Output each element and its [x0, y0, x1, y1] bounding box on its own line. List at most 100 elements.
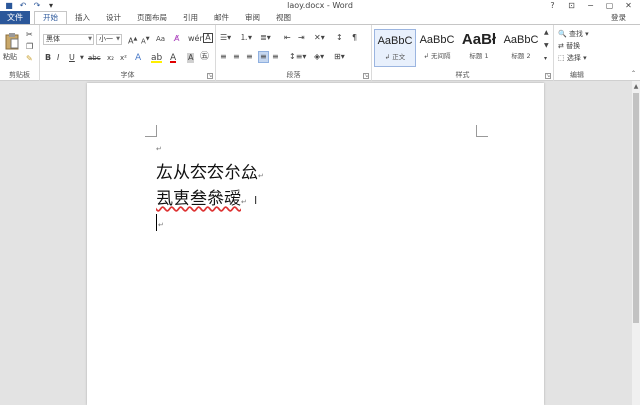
enclose-characters-icon[interactable]: ㊄ — [200, 52, 209, 62]
tab-insert[interactable]: 插入 — [67, 11, 98, 24]
copy-icon[interactable]: ❐ — [26, 42, 33, 52]
ribbon-tabs: 文件 开始 插入 设计 页面布局 引用 邮件 审阅 视图 登录 — [0, 11, 640, 24]
shading-icon[interactable]: ◈▾ — [314, 52, 324, 62]
redo-icon[interactable]: ↷ — [32, 1, 42, 10]
grow-font-icon[interactable]: A▲ — [128, 34, 137, 47]
paste-button[interactable]: 粘贴 — [3, 52, 17, 62]
tab-mailings[interactable]: 邮件 — [206, 11, 237, 24]
sort-icon[interactable]: ↕ — [336, 33, 343, 43]
ribbon: 粘贴 ✂ ❐ ✎ 剪贴板 黑体 ▼ 小一 ▼ A▲ A▼ Aa A̸ wén A… — [0, 24, 640, 81]
undo-icon[interactable]: ↶ — [18, 1, 28, 10]
underline-button[interactable]: U — [69, 53, 75, 63]
margin-corner-top-left — [145, 125, 157, 137]
multilevel-list-icon[interactable]: ≣▾ — [260, 33, 271, 43]
customize-qat-icon[interactable]: ▾ — [46, 1, 56, 10]
tab-references[interactable]: 引用 — [175, 11, 206, 24]
tab-home[interactable]: 开始 — [34, 11, 67, 24]
window-controls: ? ⊡ − ▢ ✕ — [543, 0, 638, 11]
show-marks-icon[interactable]: ¶ — [352, 33, 357, 43]
chevron-down-icon[interactable]: ▼ — [80, 53, 84, 63]
strikethrough-button[interactable]: abc — [88, 53, 101, 63]
restore-button[interactable]: ▢ — [600, 0, 619, 11]
document-page[interactable]: ↵ 厷从厺厺厼厽↵ 厾叀叁叅叆↵ I ↵ — [87, 83, 544, 405]
change-case-icon[interactable]: Aa — [156, 34, 165, 44]
style-heading-1[interactable]: AaBł 标题 1 — [458, 29, 500, 67]
paragraph-dialog-launcher-icon[interactable]: ↘ — [363, 73, 369, 79]
paragraph-group-label: 段落 — [286, 71, 301, 79]
margin-corner-top-right — [476, 125, 488, 137]
chevron-down-icon[interactable]: ▼ — [544, 41, 549, 51]
paragraph-group: ☰▾ ⒈▾ ≣▾ ⇤ ⇥ ✕▾ ↕ ¶ ≡ ≡ ≡ ≡ ≡ ↕≡▾ ◈▾ ⊞▾ … — [216, 25, 372, 81]
font-size-select[interactable]: 小一 ▼ — [96, 34, 122, 45]
font-name-select[interactable]: 黑体 ▼ — [43, 34, 94, 45]
tab-page-layout[interactable]: 页面布局 — [129, 11, 175, 24]
superscript-button[interactable]: x² — [120, 53, 127, 63]
tab-file[interactable]: 文件 — [0, 11, 30, 24]
numbering-icon[interactable]: ⒈▾ — [240, 33, 252, 43]
find-button[interactable]: 🔍 查找 ▾ — [558, 29, 589, 39]
tab-view[interactable]: 视图 — [268, 11, 299, 24]
subscript-button[interactable]: x₂ — [107, 53, 114, 63]
shrink-font-icon[interactable]: A▼ — [141, 34, 150, 46]
editing-group: 🔍 查找 ▾ ⇄ 替换 ⬚ 选择 ▾ 编辑 — [554, 25, 600, 81]
character-border-icon[interactable]: A — [203, 33, 213, 43]
format-painter-icon[interactable]: ✎ — [26, 54, 33, 64]
login-link[interactable]: 登录 — [611, 11, 626, 24]
quick-access-toolbar: ■ ↶ ↷ ▾ — [0, 1, 56, 10]
more-styles-icon[interactable]: ▾ — [544, 54, 547, 64]
font-color-icon[interactable]: A — [170, 53, 177, 63]
line-spacing-icon[interactable]: ↕≡▾ — [289, 52, 306, 62]
styles-dialog-launcher-icon[interactable]: ↘ — [545, 73, 551, 79]
document-line-1[interactable]: 厷从厺厺厼厽↵ — [156, 163, 264, 186]
font-dialog-launcher-icon[interactable]: ↘ — [207, 73, 213, 79]
highlight-icon[interactable]: ab — [151, 53, 163, 63]
distributed-icon[interactable]: ≡ — [272, 52, 279, 62]
vertical-scrollbar[interactable]: ▲ — [632, 81, 640, 405]
document-line-2[interactable]: 厾叀叁叅叆↵ — [156, 189, 247, 212]
replace-button[interactable]: ⇄ 替换 — [558, 41, 580, 51]
search-icon: 🔍 — [558, 30, 567, 38]
scroll-thumb[interactable] — [633, 93, 639, 323]
ribbon-display-button[interactable]: ⊡ — [562, 0, 581, 11]
chevron-up-icon[interactable]: ▲ — [544, 28, 549, 38]
text-effects-icon[interactable]: A — [135, 53, 141, 63]
bold-button[interactable]: B — [45, 53, 51, 63]
bullets-icon[interactable]: ☰▾ — [220, 33, 231, 43]
font-group-label: 字体 — [120, 71, 135, 79]
text-cursor — [156, 214, 157, 231]
paragraph-mark: ↵ — [156, 145, 162, 153]
borders-icon[interactable]: ⊞▾ — [334, 52, 345, 62]
justify-icon[interactable]: ≡ — [258, 51, 269, 63]
collapse-ribbon-icon[interactable]: ⌃ — [631, 69, 636, 79]
help-button[interactable]: ? — [543, 0, 562, 11]
italic-button[interactable]: I — [57, 53, 59, 63]
select-icon: ⬚ — [558, 54, 565, 62]
styles-group-label: 样式 — [455, 71, 470, 79]
font-name-value: 黑体 — [46, 35, 60, 43]
tab-design[interactable]: 设计 — [98, 11, 129, 24]
align-left-icon[interactable]: ≡ — [220, 52, 227, 62]
minimize-button[interactable]: − — [581, 0, 600, 11]
editing-group-label: 编辑 — [570, 71, 584, 79]
style-heading-2[interactable]: AaBbC 标题 2 — [500, 29, 542, 67]
save-icon[interactable]: ■ — [4, 1, 14, 10]
style-no-spacing[interactable]: AaBbC ↲ 无间隔 — [416, 29, 458, 67]
tab-review[interactable]: 审阅 — [237, 11, 268, 24]
clear-formatting-icon[interactable]: A̸ — [174, 34, 179, 44]
close-button[interactable]: ✕ — [619, 0, 638, 11]
style-normal[interactable]: AaBbC ↲ 正文 — [374, 29, 416, 67]
scroll-up-icon[interactable]: ▲ — [632, 83, 640, 90]
decrease-indent-icon[interactable]: ⇤ — [284, 33, 291, 43]
clipboard-group-label: 剪贴板 — [9, 71, 30, 79]
select-button[interactable]: ⬚ 选择 ▾ — [558, 53, 587, 63]
character-shading-icon[interactable]: A — [187, 53, 195, 63]
align-right-icon[interactable]: ≡ — [246, 52, 253, 62]
document-area: ↵ 厷从厺厺厼厽↵ 厾叀叁叅叆↵ I ↵ ▲ — [0, 81, 640, 405]
styles-gallery: AaBbC ↲ 正文 AaBbC ↲ 无间隔 AaBł 标题 1 AaBbC 标… — [374, 29, 542, 67]
increase-indent-icon[interactable]: ⇥ — [298, 33, 305, 43]
styles-group: AaBbC ↲ 正文 AaBbC ↲ 无间隔 AaBł 标题 1 AaBbC 标… — [372, 25, 554, 81]
paste-icon[interactable] — [3, 31, 21, 51]
chinese-layout-icon[interactable]: ✕▾ — [314, 33, 325, 43]
align-center-icon[interactable]: ≡ — [233, 52, 240, 62]
cut-icon[interactable]: ✂ — [26, 30, 33, 40]
